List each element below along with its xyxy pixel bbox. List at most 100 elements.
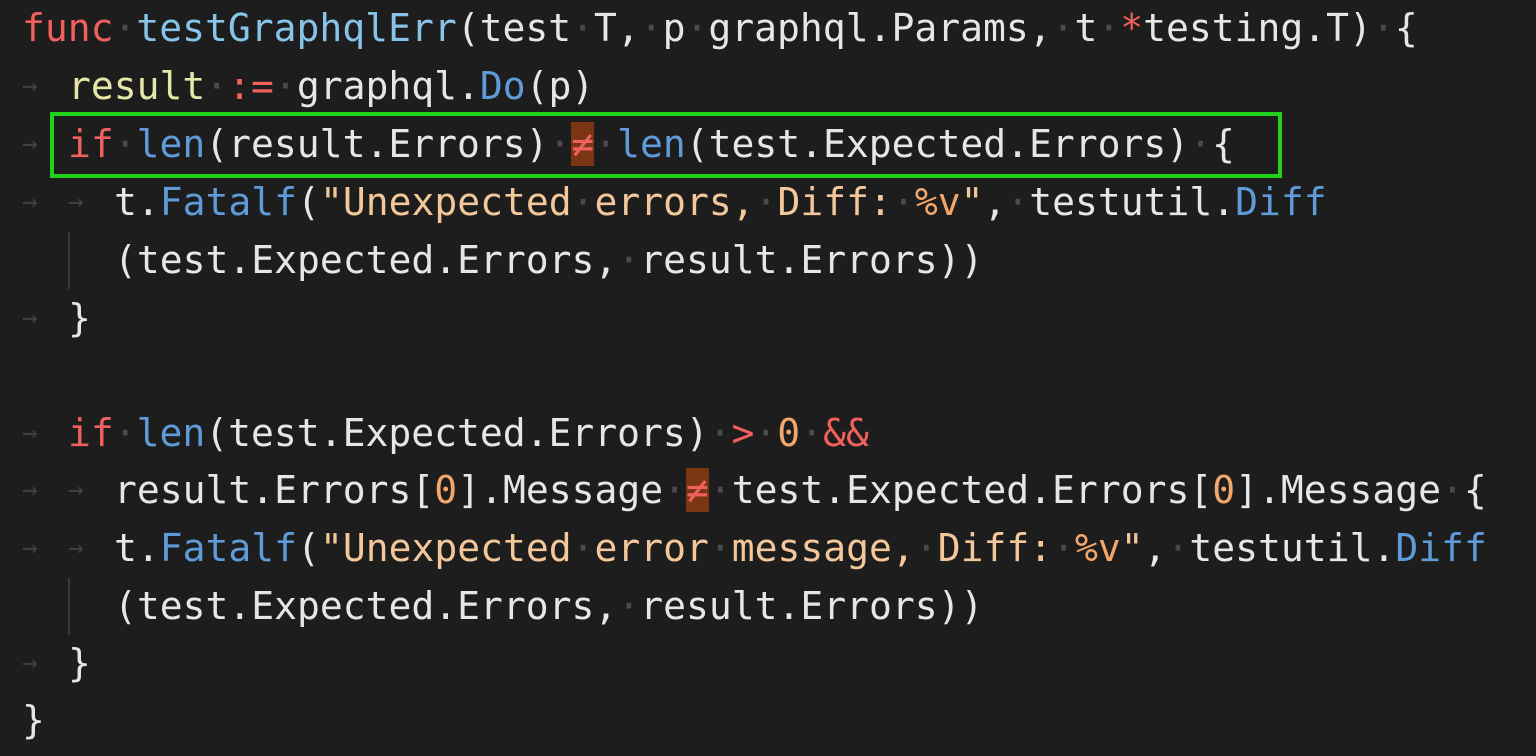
code-token: t. bbox=[114, 180, 160, 224]
code-line: (test.Expected.Errors,·result.Errors)) bbox=[114, 578, 983, 635]
code-token: Do bbox=[479, 64, 526, 108]
tab-arrow-icon: → bbox=[22, 187, 38, 217]
code-token: , bbox=[1143, 526, 1167, 570]
whitespace-dot: · bbox=[273, 64, 297, 108]
code-token: Diff bbox=[1235, 180, 1327, 224]
code-token: (test.Expected.Errors, bbox=[114, 238, 618, 282]
code-token: { bbox=[1463, 468, 1487, 512]
code-token: testing.T) bbox=[1143, 6, 1372, 50]
whitespace-dot: · bbox=[1006, 180, 1030, 224]
code-token: " bbox=[1120, 526, 1144, 570]
whitespace-dot: · bbox=[571, 526, 595, 570]
code-token: := bbox=[228, 64, 274, 108]
whitespace-dot: · bbox=[708, 526, 732, 570]
code-token: Diff bbox=[1395, 526, 1487, 570]
tab-arrow-icon: → bbox=[68, 475, 84, 505]
code-token: "Unexpected bbox=[319, 180, 572, 224]
code-token: " bbox=[960, 180, 984, 224]
whitespace-dot: · bbox=[754, 180, 778, 224]
tab-arrow-icon: → bbox=[22, 533, 38, 563]
tab-arrow-icon: → bbox=[22, 648, 38, 678]
code-token: graphql.Params, bbox=[708, 6, 1052, 50]
code-line: if·len(test.Expected.Errors)·>·0·&& bbox=[68, 405, 869, 462]
whitespace-dot: · bbox=[685, 6, 709, 50]
code-token: T, bbox=[593, 6, 640, 50]
code-token: { bbox=[1394, 6, 1418, 50]
code-token: } bbox=[22, 698, 45, 742]
code-token: result.Errors)) bbox=[640, 238, 984, 282]
code-token: (test.Expected.Errors, bbox=[114, 584, 618, 628]
code-token: %v bbox=[1074, 526, 1121, 570]
code-token: Fatalf bbox=[159, 180, 298, 224]
whitespace-dot: · bbox=[571, 6, 594, 50]
code-token: ].Message bbox=[1235, 468, 1441, 512]
code-token: Fatalf bbox=[159, 526, 298, 570]
code-token: func bbox=[22, 6, 114, 50]
tab-arrow-icon: → bbox=[22, 303, 38, 333]
whitespace-dot: · bbox=[205, 64, 229, 108]
code-token: 0 bbox=[777, 411, 801, 455]
code-editor[interactable]: func·testGraphqlErr(test·T,·p·graphql.Pa… bbox=[0, 0, 1536, 756]
tab-arrow-icon: → bbox=[22, 475, 38, 505]
code-token: ( bbox=[297, 526, 320, 570]
code-line: } bbox=[22, 692, 45, 749]
code-token: } bbox=[68, 296, 91, 340]
code-line: result·:=·graphql.Do(p) bbox=[68, 58, 594, 115]
code-token: test.Expected.Errors[ bbox=[731, 468, 1213, 512]
whitespace-dot: · bbox=[639, 6, 663, 50]
code-token: (test bbox=[456, 6, 572, 50]
code-token: testutil. bbox=[1029, 180, 1236, 224]
whitespace-dot: · bbox=[617, 238, 641, 282]
whitespace-dot: · bbox=[754, 411, 778, 455]
whitespace-dot: · bbox=[800, 411, 824, 455]
whitespace-dot: · bbox=[1166, 526, 1190, 570]
code-token: testGraphqlErr bbox=[136, 6, 457, 50]
code-token: len bbox=[136, 411, 206, 455]
whitespace-dot: · bbox=[708, 468, 732, 512]
code-token: (p) bbox=[525, 64, 595, 108]
selection-highlight-box bbox=[50, 112, 1282, 178]
whitespace-dot: · bbox=[617, 584, 641, 628]
code-token: ].Message bbox=[457, 468, 664, 512]
tab-arrow-icon: → bbox=[68, 187, 84, 217]
code-token: result.Errors[ bbox=[114, 468, 435, 512]
whitespace-dot: · bbox=[1371, 6, 1395, 50]
tab-arrow-icon: → bbox=[68, 533, 84, 563]
code-token: (test.Expected.Errors) bbox=[205, 411, 709, 455]
code-token: errors, bbox=[594, 180, 755, 224]
whitespace-dot: · bbox=[1052, 526, 1075, 570]
code-token: result bbox=[68, 64, 206, 108]
code-line: t.Fatalf("Unexpected·error·message,·Diff… bbox=[114, 520, 1487, 577]
code-token: && bbox=[823, 411, 869, 455]
code-token: 0 bbox=[434, 468, 458, 512]
whitespace-dot: · bbox=[1441, 468, 1464, 512]
code-token: } bbox=[68, 641, 91, 685]
tab-arrow-icon: → bbox=[22, 71, 38, 101]
code-token: message, bbox=[731, 526, 915, 570]
code-token: , bbox=[983, 180, 1007, 224]
whitespace-dot: · bbox=[663, 468, 686, 512]
whitespace-dot: · bbox=[1097, 6, 1121, 50]
indent-guide bbox=[68, 578, 70, 635]
code-line: result.Errors[0].Message·≠·test.Expected… bbox=[114, 462, 1487, 519]
whitespace-dot: · bbox=[113, 6, 137, 50]
whitespace-dot: · bbox=[914, 526, 938, 570]
code-line: t.Fatalf("Unexpected·errors,·Diff:·%v",·… bbox=[114, 174, 1327, 231]
code-token: t. bbox=[114, 526, 160, 570]
code-token: 0 bbox=[1212, 468, 1236, 512]
code-token: "Unexpected bbox=[319, 526, 572, 570]
code-token: Diff: bbox=[937, 526, 1053, 570]
whitespace-dot: · bbox=[571, 180, 595, 224]
code-token: * bbox=[1120, 6, 1144, 50]
code-line: } bbox=[68, 290, 91, 347]
code-line: } bbox=[68, 635, 91, 692]
tab-arrow-icon: → bbox=[22, 129, 38, 159]
code-line: (test.Expected.Errors,·result.Errors)) bbox=[114, 232, 983, 289]
code-token: testutil. bbox=[1189, 526, 1396, 570]
code-token: %v bbox=[914, 180, 961, 224]
code-token: > bbox=[731, 411, 755, 455]
code-token: ( bbox=[297, 180, 320, 224]
indent-guide bbox=[68, 232, 70, 289]
code-token: t bbox=[1074, 6, 1098, 50]
not-equal-operator: ≠ bbox=[685, 468, 709, 512]
